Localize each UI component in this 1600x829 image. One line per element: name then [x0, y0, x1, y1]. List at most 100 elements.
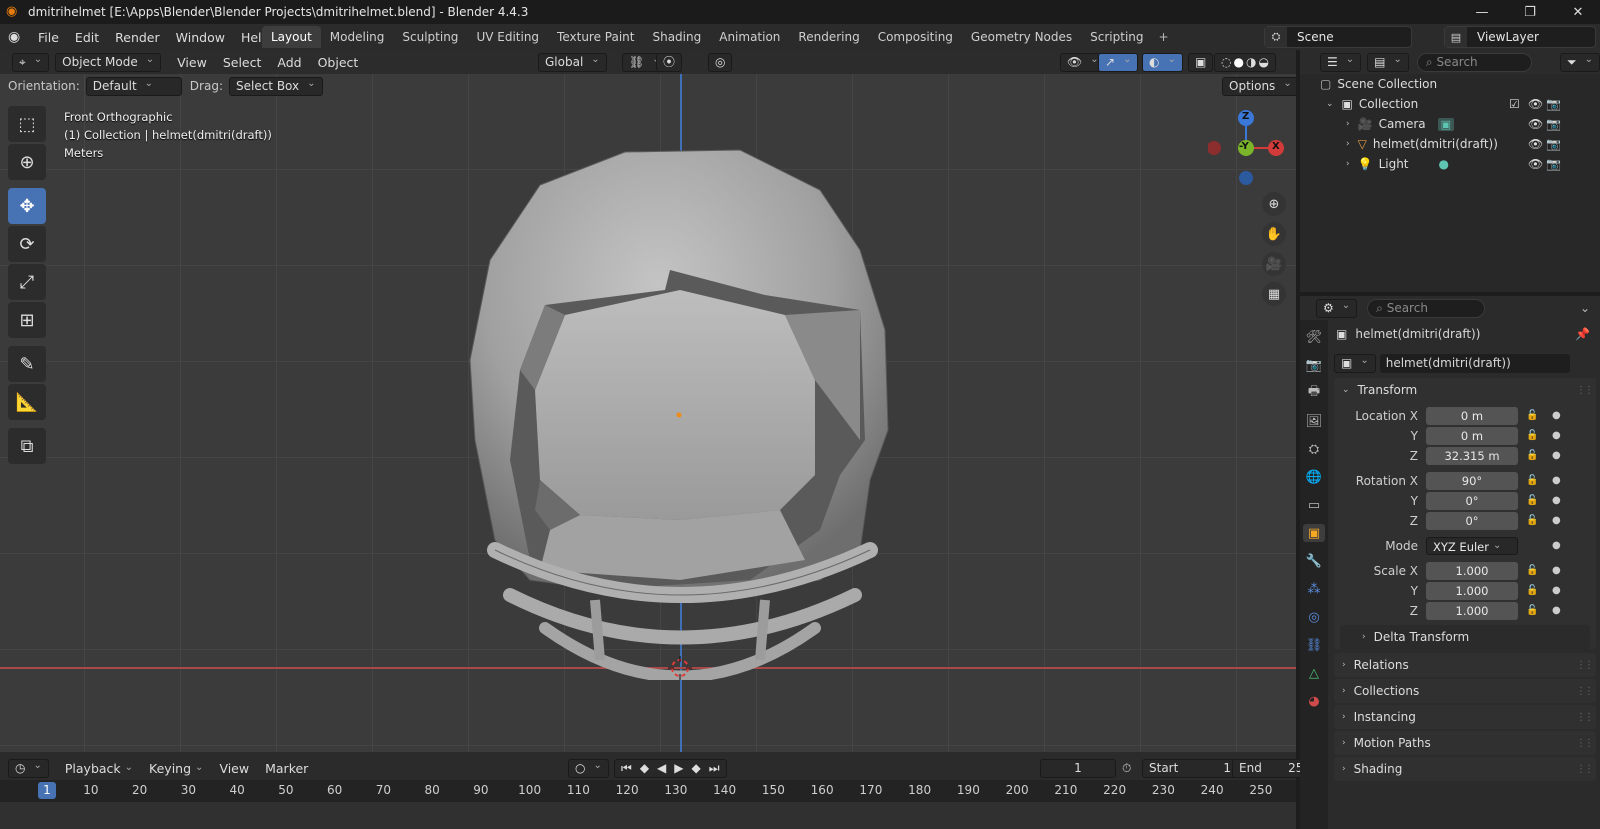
- rotation-y-field[interactable]: 0°: [1426, 491, 1518, 510]
- view-layer-tab-icon[interactable]: 🖼: [1303, 412, 1325, 430]
- menu-edit[interactable]: Edit: [67, 30, 107, 45]
- transform-orientation-select[interactable]: Global: [538, 52, 607, 72]
- relations-panel[interactable]: › Relations ⋮⋮: [1334, 653, 1596, 677]
- viewport-menu-select[interactable]: Select: [215, 55, 270, 70]
- tool-tab-icon[interactable]: 🛠: [1303, 328, 1325, 346]
- navigation-gizmo[interactable]: Z -Y X: [1207, 110, 1288, 190]
- properties-editor-type-button[interactable]: ⚙: [1316, 298, 1358, 318]
- shading-panel[interactable]: › Shading ⋮⋮: [1334, 757, 1596, 781]
- lock-icon[interactable]: 🔓: [1526, 515, 1538, 526]
- keyframe-dot-icon[interactable]: ●: [1552, 430, 1561, 441]
- material-shading-icon[interactable]: ◑: [1246, 53, 1256, 72]
- add-cube-tool-icon[interactable]: ⧉: [8, 428, 46, 464]
- viewlayer-selector[interactable]: ▤ ViewLayer: [1444, 26, 1596, 48]
- orientation-select[interactable]: Default: [85, 76, 182, 96]
- keyframe-dot-icon[interactable]: ●: [1552, 475, 1561, 486]
- proportional-edit-button[interactable]: ◎: [708, 52, 733, 72]
- outliner-editor-type-button[interactable]: ☰: [1320, 52, 1362, 72]
- play-icon[interactable]: ▶: [674, 759, 683, 778]
- chevron-right-icon[interactable]: ›: [1362, 632, 1366, 642]
- lock-icon[interactable]: 🔓: [1526, 410, 1538, 421]
- light-data-icon[interactable]: ●: [1439, 157, 1449, 171]
- drag-handle-icon[interactable]: ⋮⋮: [1576, 385, 1594, 396]
- collection-tab-icon[interactable]: ▭: [1303, 496, 1325, 514]
- keyframe-dot-icon[interactable]: ●: [1552, 410, 1561, 421]
- viewport-menu-view[interactable]: View: [169, 55, 215, 70]
- tab-uv-editing[interactable]: UV Editing: [467, 26, 548, 48]
- outliner-search-input[interactable]: ⌕ Search: [1416, 52, 1532, 72]
- tab-rendering[interactable]: Rendering: [789, 26, 868, 48]
- particles-tab-icon[interactable]: ⁂: [1303, 580, 1325, 598]
- 3d-cursor[interactable]: [668, 656, 692, 680]
- motion-paths-panel[interactable]: › Motion Paths ⋮⋮: [1334, 731, 1596, 755]
- object-browse-button[interactable]: ▣: [1334, 353, 1376, 373]
- properties-options-chevron-icon[interactable]: ⌄: [1580, 301, 1590, 315]
- pan-hand-icon[interactable]: ✋: [1262, 222, 1286, 246]
- lock-icon[interactable]: 🔓: [1526, 475, 1538, 486]
- tab-layout[interactable]: Layout: [262, 26, 321, 48]
- overlay-toggle-button[interactable]: ◐: [1142, 52, 1183, 72]
- 3d-viewport[interactable]: ⌖ Object Mode View Select Add Object Glo…: [0, 50, 1296, 752]
- world-tab-icon[interactable]: 🌐: [1303, 468, 1325, 486]
- tab-sculpting[interactable]: Sculpting: [393, 26, 467, 48]
- tab-animation[interactable]: Animation: [710, 26, 789, 48]
- rotate-tool-icon[interactable]: ⟳: [8, 226, 46, 262]
- measure-tool-icon[interactable]: 📐: [8, 384, 46, 420]
- maximize-button[interactable]: ❐: [1508, 0, 1552, 24]
- lock-icon[interactable]: 🔓: [1526, 605, 1538, 616]
- scene-tab-icon[interactable]: ⛭: [1303, 440, 1325, 458]
- viewport-menu-object[interactable]: Object: [310, 55, 367, 70]
- shading-mode-group[interactable]: ◌ ● ◑ ◒: [1214, 52, 1276, 72]
- tab-compositing[interactable]: Compositing: [869, 26, 962, 48]
- prev-keyframe-icon[interactable]: ◆: [640, 759, 649, 778]
- chevron-right-icon[interactable]: ›: [1346, 159, 1350, 169]
- visibility-eye-icon[interactable]: 👁: [1528, 157, 1543, 171]
- add-workspace-button[interactable]: +: [1153, 26, 1175, 48]
- stopwatch-icon[interactable]: ⏱: [1122, 761, 1131, 776]
- wireframe-shading-icon[interactable]: ◌: [1221, 53, 1231, 72]
- close-button[interactable]: ✕: [1556, 0, 1600, 24]
- keyframe-dot-icon[interactable]: ●: [1552, 540, 1561, 551]
- start-frame-field[interactable]: Start 1: [1142, 758, 1238, 778]
- render-tab-icon[interactable]: 📷: [1303, 356, 1325, 374]
- timeline-menu-marker[interactable]: Marker: [257, 761, 316, 776]
- chevron-right-icon[interactable]: ›: [1342, 738, 1346, 748]
- location-y-field[interactable]: 0 m: [1426, 426, 1518, 445]
- display-mode-button[interactable]: ▤: [1367, 52, 1409, 72]
- keyframe-dot-icon[interactable]: ●: [1552, 495, 1561, 506]
- perspective-toggle-icon[interactable]: ▦: [1262, 282, 1286, 306]
- gizmo-neg-x-handle[interactable]: [1207, 141, 1221, 155]
- scale-x-field[interactable]: 1.000: [1426, 561, 1518, 580]
- drag-select[interactable]: Select Box: [228, 76, 323, 96]
- rotation-x-field[interactable]: 90°: [1426, 471, 1518, 490]
- current-frame-field[interactable]: 1: [1040, 758, 1116, 778]
- timeline-body[interactable]: [0, 802, 1296, 829]
- camera-view-icon[interactable]: 🎥: [1262, 252, 1286, 276]
- menu-window[interactable]: Window: [168, 30, 233, 45]
- chevron-right-icon[interactable]: ›: [1342, 660, 1346, 670]
- camera-data-icon[interactable]: ▣: [1437, 117, 1455, 131]
- outliner-item-light[interactable]: › 💡 Light ● 👁 📷: [1300, 154, 1600, 174]
- viewlayer-name[interactable]: ViewLayer: [1467, 30, 1549, 44]
- mode-select[interactable]: Object Mode: [55, 52, 162, 72]
- outliner-item-camera[interactable]: › 🎥 Camera ▣ 👁 📷: [1300, 114, 1600, 134]
- constraints-tab-icon[interactable]: ⛓: [1303, 636, 1325, 654]
- keyframe-dot-icon[interactable]: ●: [1552, 515, 1561, 526]
- render-camera-icon[interactable]: 📷: [1546, 157, 1561, 171]
- gizmo-toggle-button[interactable]: ↗: [1098, 52, 1139, 72]
- jump-end-icon[interactable]: ⏭: [709, 759, 720, 778]
- drag-handle-icon[interactable]: ⋮⋮: [1576, 660, 1594, 671]
- object-name-field[interactable]: helmet(dmitri(draft)): [1379, 353, 1570, 373]
- scale-z-field[interactable]: 1.000: [1426, 601, 1518, 620]
- lock-icon[interactable]: 🔓: [1526, 495, 1538, 506]
- next-keyframe-icon[interactable]: ◆: [692, 759, 701, 778]
- drag-handle-icon[interactable]: ⋮⋮: [1576, 738, 1594, 749]
- annotate-tool-icon[interactable]: ✎: [8, 346, 46, 382]
- drag-handle-icon[interactable]: ⋮⋮: [1576, 764, 1594, 775]
- cursor-tool-icon[interactable]: ⊕: [8, 144, 46, 180]
- lock-icon[interactable]: 🔓: [1526, 450, 1538, 461]
- chevron-down-icon[interactable]: ⌄: [1326, 99, 1334, 109]
- jump-start-icon[interactable]: ⏮: [621, 759, 632, 778]
- tab-shading[interactable]: Shading: [643, 26, 710, 48]
- tab-scripting[interactable]: Scripting: [1081, 26, 1152, 48]
